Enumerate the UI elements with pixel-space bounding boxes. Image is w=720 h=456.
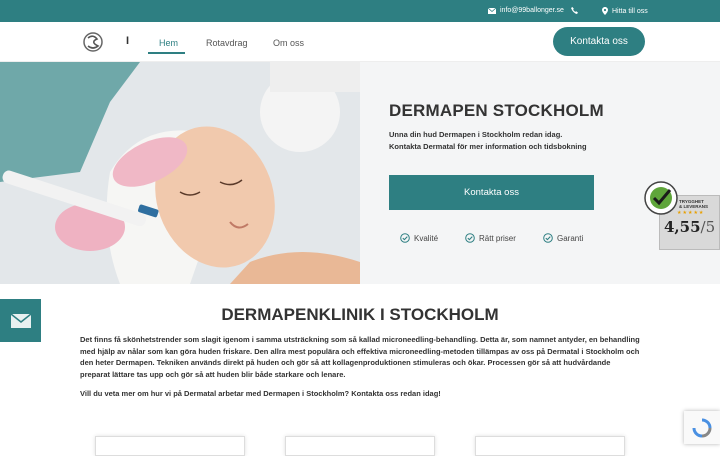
nav-item-rotavdrag[interactable]: Rotavdrag <box>206 38 248 48</box>
envelope-icon <box>488 7 496 14</box>
map-pin-icon <box>602 7 608 15</box>
email-text: info@99ballonger.se <box>500 7 564 14</box>
intro-paragraph: Det finns få skönhetstrender som slagit … <box>80 335 640 379</box>
hero-image <box>0 62 360 284</box>
phone-link[interactable] <box>571 7 578 14</box>
hero-title: DERMAPEN STOCKHOLM <box>389 101 604 120</box>
service-card[interactable] <box>95 436 245 456</box>
trust-badge[interactable]: TRYGGHET & LEVERANS ★★★★★ 4,55/5 <box>643 180 720 250</box>
feature-quality: Kvalité <box>400 233 438 243</box>
badge-stars: ★★★★★ <box>677 210 705 216</box>
hero-panel <box>360 62 720 284</box>
feature-guarantee: Garanti <box>543 233 583 243</box>
badge-title: TRYGGHET & LEVERANS <box>679 199 709 209</box>
hero-contact-button[interactable]: Kontakta oss <box>389 175 594 210</box>
feature-price: Rätt priser <box>465 233 516 243</box>
check-circle-icon <box>465 233 475 243</box>
badge-score: 4,55/5 <box>664 218 716 236</box>
feature-label: Kvalité <box>414 233 439 243</box>
service-card[interactable] <box>285 436 435 456</box>
find-us-link[interactable]: Hitta till oss <box>602 7 648 15</box>
seal-check-icon <box>644 181 678 215</box>
top-contact-bar: info@99ballonger.se Hitta till oss <box>0 0 720 22</box>
header-contact-button[interactable]: Kontakta oss <box>553 27 645 56</box>
recaptcha-badge[interactable] <box>684 411 720 444</box>
hero-description: Unna din hud Dermapen i Stockholm redan … <box>389 130 587 151</box>
site-logo[interactable] <box>82 31 104 53</box>
nav-separator: I <box>126 35 130 47</box>
feature-label: Garanti <box>557 233 584 243</box>
cta-paragraph: Vill du veta mer om hur vi på Dermatal a… <box>80 389 441 398</box>
site-header: I Hem Rotavdrag Om oss Kontakta oss <box>0 22 720 62</box>
section-title: DERMAPENKLINIK I STOCKHOLM <box>221 305 499 324</box>
check-circle-icon <box>400 233 410 243</box>
active-nav-indicator <box>148 52 185 54</box>
check-circle-icon <box>543 233 553 243</box>
find-us-text: Hitta till oss <box>612 7 648 15</box>
feature-label: Rätt priser <box>479 233 516 243</box>
recaptcha-icon <box>692 418 712 437</box>
nav-item-hem[interactable]: Hem <box>159 38 178 48</box>
service-card[interactable] <box>475 436 625 456</box>
nav-item-om-oss[interactable]: Om oss <box>273 38 304 48</box>
phone-icon <box>571 7 578 14</box>
email-link[interactable]: info@99ballonger.se <box>488 7 564 14</box>
